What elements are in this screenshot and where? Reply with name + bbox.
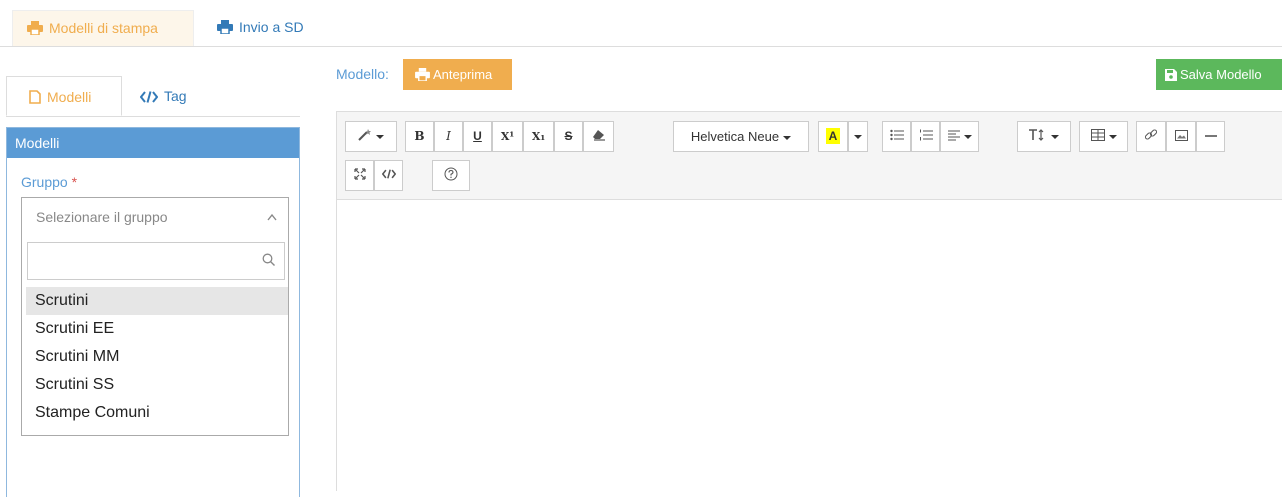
text-height-icon	[1029, 129, 1044, 141]
select-toggle[interactable]: Selezionare il gruppo	[22, 198, 288, 236]
editor-content-area[interactable]	[337, 200, 1282, 491]
tab-label: Modelli	[47, 89, 92, 105]
insert-picture-button[interactable]	[1166, 121, 1196, 152]
unordered-list-button[interactable]	[882, 121, 911, 152]
rich-text-editor: B I U X¹ X₁ S Helvetica Neue A	[336, 111, 1282, 491]
superscript-button[interactable]: X¹	[492, 121, 523, 152]
underline-button[interactable]: U	[463, 121, 492, 152]
fullscreen-button[interactable]	[345, 160, 374, 191]
file-icon	[29, 90, 41, 104]
eraser-button[interactable]	[583, 121, 614, 152]
color-dropdown-button[interactable]	[848, 121, 868, 152]
printer-icon	[415, 68, 430, 82]
gruppo-label-text: Gruppo	[21, 174, 68, 190]
search-icon	[262, 253, 275, 266]
picture-icon	[1174, 130, 1188, 141]
table-icon	[1090, 129, 1105, 141]
strikethrough-button[interactable]: S	[554, 121, 583, 152]
select-search-input[interactable]	[27, 242, 285, 280]
color-swatch: A	[825, 128, 841, 144]
tab-tag[interactable]: Tag	[126, 76, 216, 116]
code-icon	[139, 91, 159, 103]
left-tabs: Modelli Tag	[6, 76, 300, 117]
floppy-disk-icon	[1165, 69, 1177, 81]
ordered-list-button[interactable]	[911, 121, 940, 152]
options-list: Scrutini Scrutini EE Scrutini MM Scrutin…	[26, 287, 288, 427]
editor-toolbar: B I U X¹ X₁ S Helvetica Neue A	[337, 112, 1282, 200]
required-mark: *	[71, 174, 78, 190]
chevron-up-icon	[267, 213, 277, 221]
italic-button[interactable]: I	[434, 121, 463, 152]
select-placeholder: Selezionare il gruppo	[36, 209, 168, 225]
option-scrutini-ss[interactable]: Scrutini SS	[26, 371, 288, 399]
magic-wand-icon	[358, 129, 371, 141]
fullscreen-icon	[353, 168, 366, 180]
modello-label: Modello:	[336, 66, 389, 82]
insert-link-button[interactable]	[1136, 121, 1166, 152]
style-dropdown-button[interactable]	[345, 121, 397, 152]
tab-invio-a-sd[interactable]: Invio a SD	[203, 10, 323, 46]
preview-label: Anteprima	[433, 67, 493, 82]
tab-label: Modelli di stampa	[49, 20, 158, 36]
preview-button[interactable]: Anteprima	[403, 59, 512, 90]
horizontal-rule-icon	[1204, 135, 1217, 137]
modelli-panel: Modelli Gruppo * Selezionare il gruppo S…	[6, 127, 300, 497]
tab-label: Tag	[164, 88, 187, 104]
table-dropdown[interactable]	[1079, 121, 1128, 152]
eraser-icon	[592, 130, 605, 141]
subscript-button[interactable]: X₁	[523, 121, 554, 152]
help-button[interactable]	[432, 160, 470, 191]
numbered-list-icon	[919, 129, 933, 141]
font-family-value: Helvetica Neue	[690, 129, 780, 144]
font-family-dropdown[interactable]: Helvetica Neue	[673, 121, 809, 152]
bullet-list-icon	[889, 129, 904, 141]
printer-icon	[217, 20, 233, 35]
option-scrutini[interactable]: Scrutini	[26, 287, 288, 315]
horizontal-rule-button[interactable]	[1196, 121, 1225, 152]
code-view-button[interactable]	[374, 160, 403, 191]
tab-modelli[interactable]: Modelli	[6, 76, 122, 116]
paragraph-align-dropdown[interactable]	[940, 121, 979, 152]
gruppo-label: Gruppo *	[21, 174, 77, 190]
save-model-button[interactable]: Salva Modello	[1156, 59, 1282, 90]
gruppo-select[interactable]: Selezionare il gruppo Scrutini Scrutini …	[21, 197, 289, 436]
option-scrutini-ee[interactable]: Scrutini EE	[26, 315, 288, 343]
text-color-button[interactable]: A	[818, 121, 848, 152]
panel-title: Modelli	[7, 128, 299, 158]
option-scrutini-mm[interactable]: Scrutini MM	[26, 343, 288, 371]
save-label: Salva Modello	[1180, 67, 1262, 82]
link-icon	[1144, 129, 1158, 140]
tab-label: Invio a SD	[239, 19, 304, 35]
line-height-dropdown[interactable]	[1017, 121, 1071, 152]
printer-icon	[27, 21, 43, 36]
top-tabs: Modelli di stampa Invio a SD	[0, 0, 1282, 47]
code-icon	[381, 169, 396, 179]
tab-modelli-di-stampa[interactable]: Modelli di stampa	[12, 10, 194, 46]
help-icon	[444, 167, 458, 181]
bold-button[interactable]: B	[405, 121, 434, 152]
option-stampe-comuni[interactable]: Stampe Comuni	[26, 399, 288, 427]
align-left-icon	[947, 130, 960, 141]
